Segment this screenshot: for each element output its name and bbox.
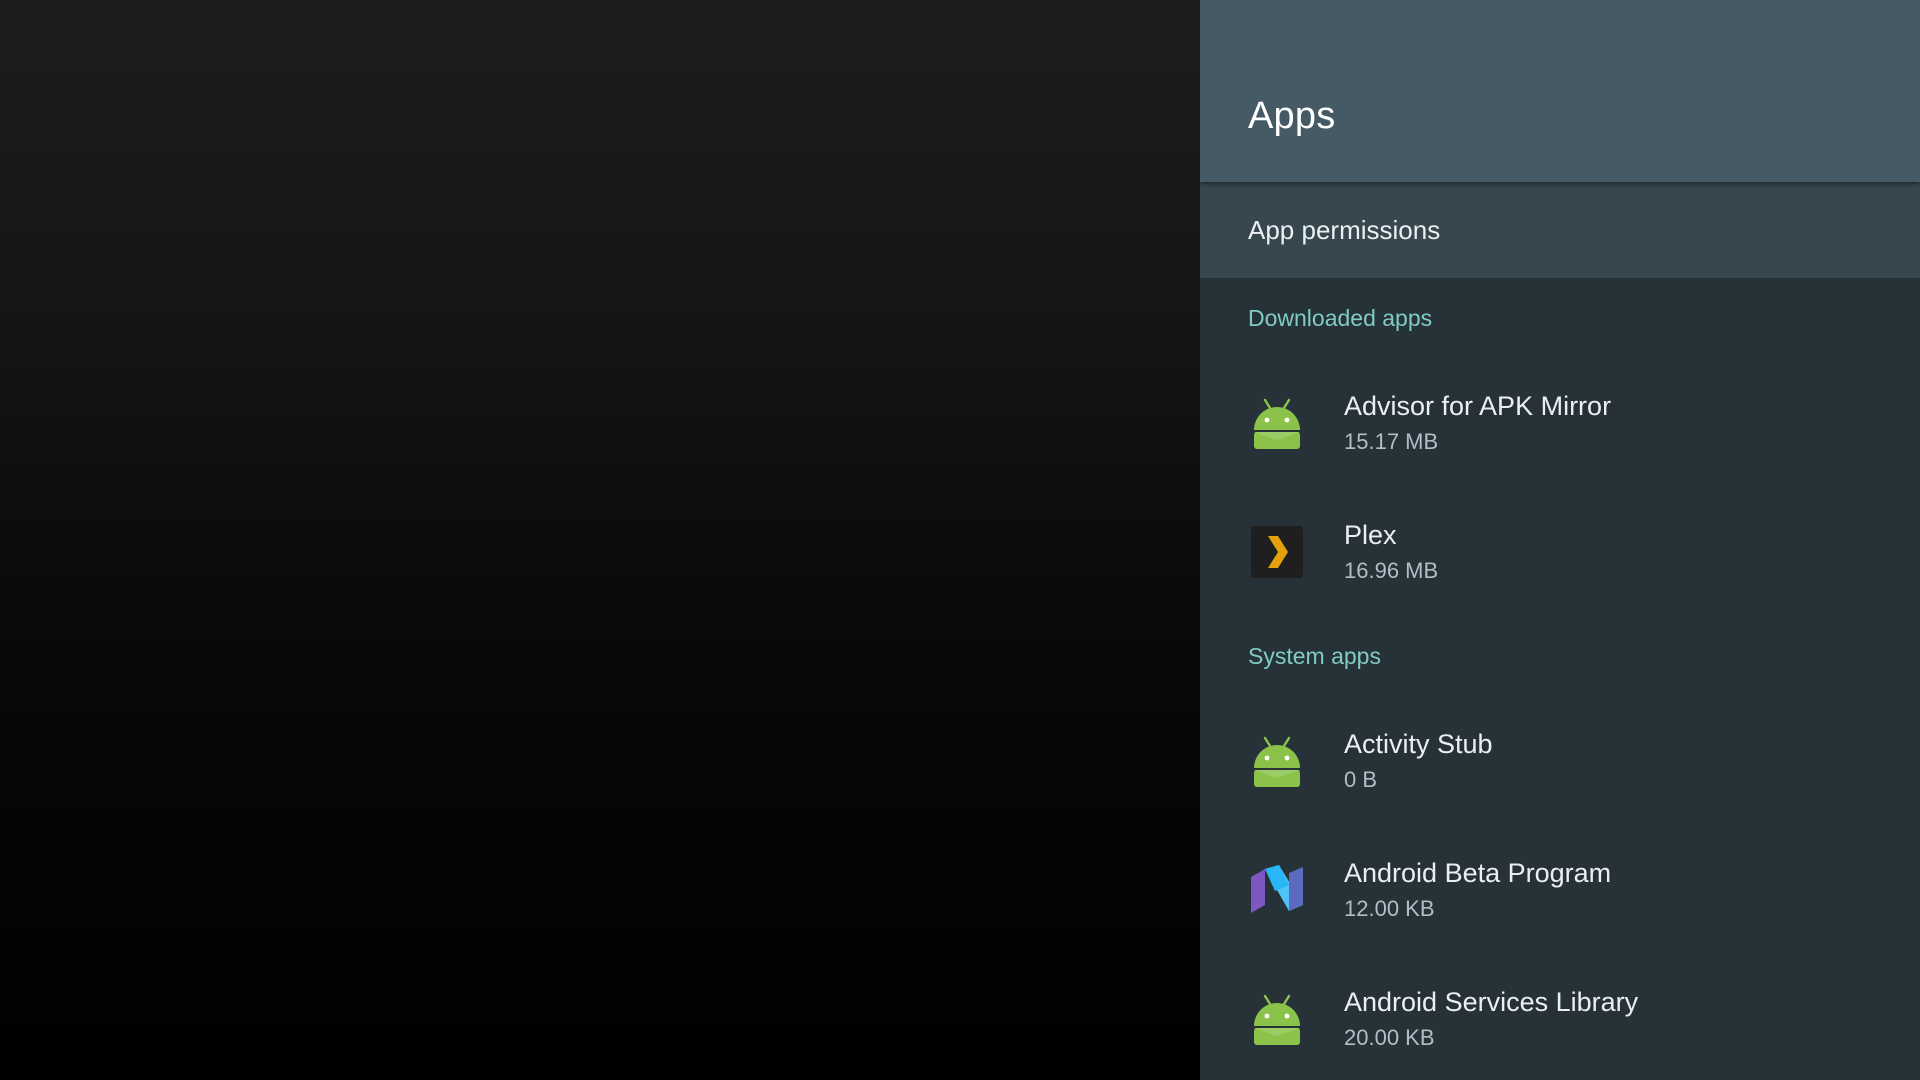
page-title: Apps	[1248, 95, 1336, 137]
app-size: 12.00 KB	[1344, 895, 1435, 921]
app-name: Android Services Library	[1344, 986, 1639, 1017]
list-item-android-services-library[interactable]: Android Services Library 20.00 KB	[1200, 954, 1920, 1080]
app-size: 20.00 KB	[1344, 1024, 1435, 1050]
app-permissions-label: App permissions	[1248, 214, 1441, 245]
panel-header: Apps	[1200, 0, 1920, 182]
section-header-system: System apps	[1248, 642, 1381, 669]
android-robot-icon	[1248, 732, 1306, 790]
background-backdrop	[0, 0, 1200, 1080]
list-item-plex[interactable]: Plex 16.96 MB	[1200, 487, 1920, 616]
list-item-android-beta-program[interactable]: Android Beta Program 12.00 KB	[1200, 825, 1920, 954]
app-size: 16.96 MB	[1344, 557, 1439, 583]
app-name: Advisor for APK Mirror	[1344, 390, 1612, 421]
app-size: 0 B	[1344, 766, 1378, 792]
section-header-downloaded: Downloaded apps	[1248, 304, 1433, 331]
app-permissions-item[interactable]: App permissions	[1200, 182, 1920, 278]
list-item-activity-stub[interactable]: Activity Stub 0 B	[1200, 696, 1920, 825]
list-item-advisor-apk-mirror[interactable]: Advisor for APK Mirror 15.17 MB	[1200, 358, 1920, 487]
app-name: Activity Stub	[1344, 728, 1493, 759]
app-name: Android Beta Program	[1344, 857, 1612, 888]
settings-panel: Apps App permissions Downloaded apps Adv…	[1200, 0, 1920, 1080]
android-robot-icon	[1248, 990, 1306, 1048]
app-size: 15.17 MB	[1344, 428, 1439, 454]
app-name: Plex	[1344, 519, 1397, 550]
plex-chevron-icon	[1248, 523, 1306, 581]
android-n-icon	[1248, 861, 1306, 919]
android-robot-icon	[1248, 394, 1306, 452]
